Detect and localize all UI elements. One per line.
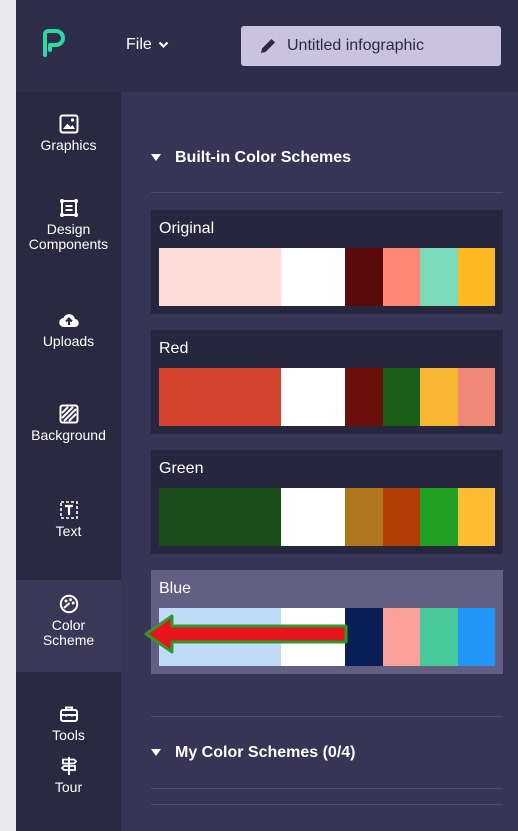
section-divider [151, 788, 503, 789]
sidebar-item-text[interactable]: Text [16, 500, 121, 539]
pencil-icon [261, 39, 275, 53]
color-swatch [382, 608, 420, 666]
color-swatch [382, 368, 420, 426]
color-swatch [159, 248, 281, 306]
scheme-name: Blue [159, 580, 192, 597]
image-icon [59, 114, 78, 134]
color-swatches [159, 368, 495, 426]
left-sidebar: Graphics Design Components Uploads Backg… [16, 92, 121, 831]
scheme-name: Original [159, 220, 215, 237]
my-schemes-toggle[interactable]: My Color Schemes (0/4) [151, 744, 356, 762]
annotation-arrow-icon [144, 614, 348, 654]
sidebar-item-color-scheme[interactable]: Color Scheme [16, 580, 121, 672]
color-swatch [281, 368, 345, 426]
sidebar-item-graphics[interactable]: Graphics [16, 114, 121, 153]
sidebar-item-uploads[interactable]: Uploads [16, 310, 121, 349]
color-swatch [281, 248, 345, 306]
app-frame: File Untitled infographic Graphics Desig… [16, 0, 518, 831]
color-swatch [457, 368, 495, 426]
scheme-name: Green [159, 460, 204, 477]
builtin-schemes-heading: Built-in Color Schemes [175, 149, 352, 166]
sidebar-item-label: Text [55, 523, 82, 539]
builtin-schemes-toggle[interactable]: Built-in Color Schemes [151, 149, 351, 167]
sidebar-item-design-components[interactable]: Design Components [16, 198, 121, 251]
cloud-upload-icon [58, 314, 79, 328]
color-swatch [420, 368, 458, 426]
sidebar-item-label: Graphics [40, 137, 97, 153]
color-swatch [345, 368, 383, 426]
infographic-title-button[interactable]: Untitled infographic [241, 26, 501, 66]
brand-logo-icon[interactable] [40, 28, 66, 58]
color-swatch [382, 488, 420, 546]
color-swatch [345, 488, 383, 546]
color-swatches [159, 248, 495, 306]
background-pattern-icon [59, 404, 78, 424]
signpost-icon [60, 757, 77, 775]
caret-down-icon [151, 154, 161, 161]
scheme-card-red[interactable]: Red [151, 330, 503, 434]
scheme-card-original[interactable]: Original [151, 210, 503, 314]
caret-down-icon [151, 749, 161, 756]
section-divider [151, 804, 503, 805]
section-divider [151, 716, 503, 717]
sidebar-item-background[interactable]: Background [16, 404, 121, 443]
scheme-card-green[interactable]: Green [151, 450, 503, 554]
color-swatch [420, 488, 458, 546]
color-swatch [382, 248, 420, 306]
components-icon [59, 199, 78, 217]
sidebar-item-label: Color Scheme [42, 617, 95, 648]
sidebar-item-label: Background [31, 427, 106, 443]
color-swatch [457, 608, 495, 666]
sidebar-item-label: Uploads [42, 333, 95, 349]
palette-icon [59, 594, 78, 614]
color-swatch [281, 488, 345, 546]
scheme-name: Red [159, 340, 189, 357]
color-swatch [420, 608, 458, 666]
sidebar-item-label: Tools [52, 727, 85, 743]
file-menu-button[interactable]: File [126, 36, 169, 54]
color-swatch [420, 248, 458, 306]
sidebar-item-tools[interactable]: Tools [16, 704, 121, 743]
color-swatch [345, 248, 383, 306]
infographic-title-label: Untitled infographic [287, 37, 424, 54]
text-box-icon [59, 501, 78, 519]
top-bar: File Untitled infographic [16, 0, 518, 92]
sidebar-item-tour[interactable]: Tour [16, 756, 121, 795]
color-swatches [159, 488, 495, 546]
color-swatch [159, 488, 281, 546]
toolbox-icon [59, 706, 78, 722]
sidebar-item-label: Design Components [28, 221, 109, 252]
color-swatch [159, 368, 281, 426]
color-scheme-panel: Built-in Color Schemes Original Red Gree… [121, 92, 518, 831]
color-swatch [457, 488, 495, 546]
section-divider [151, 192, 503, 193]
my-schemes-heading: My Color Schemes (0/4) [175, 744, 356, 761]
file-menu-label: File [126, 36, 152, 53]
color-swatch [457, 248, 495, 306]
chevron-down-icon [158, 41, 169, 49]
sidebar-item-label: Tour [54, 779, 83, 795]
